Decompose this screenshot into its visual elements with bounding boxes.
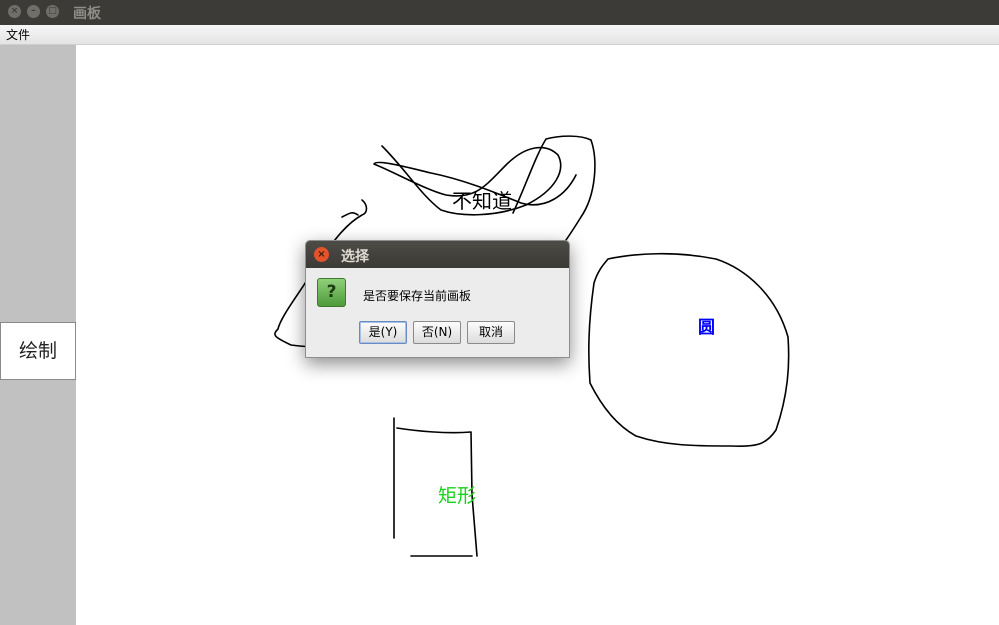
maximize-icon[interactable]: □: [46, 5, 59, 18]
label-circle: 圆: [698, 318, 715, 338]
menu-file[interactable]: 文件: [6, 26, 30, 43]
stroke-circle: [588, 252, 790, 448]
cancel-button[interactable]: 取消: [467, 321, 515, 344]
label-unknown: 不知道: [452, 189, 512, 213]
left-panel: 绘制: [0, 45, 76, 625]
draw-button[interactable]: 绘制: [0, 322, 76, 380]
label-rect: 矩形: [438, 485, 477, 507]
no-button[interactable]: 否(N): [413, 321, 461, 344]
yes-button[interactable]: 是(Y): [359, 321, 407, 344]
menu-bar: 文件: [0, 25, 999, 45]
stroke-hook: [341, 212, 359, 218]
window-title: 画板: [73, 6, 101, 22]
save-dialog: × 选择 ? 是否要保存当前画板 是(Y) 否(N) 取消: [305, 240, 570, 358]
dialog-close-icon[interactable]: ×: [314, 247, 329, 262]
minimize-icon[interactable]: –: [27, 5, 40, 18]
question-icon: ?: [317, 278, 346, 307]
dialog-title: 选择: [341, 249, 369, 265]
dialog-titlebar[interactable]: × 选择: [306, 241, 569, 268]
window-titlebar[interactable]: × – □ 画板: [0, 0, 999, 25]
dialog-message: 是否要保存当前画板: [363, 289, 472, 303]
close-icon[interactable]: ×: [8, 5, 21, 18]
